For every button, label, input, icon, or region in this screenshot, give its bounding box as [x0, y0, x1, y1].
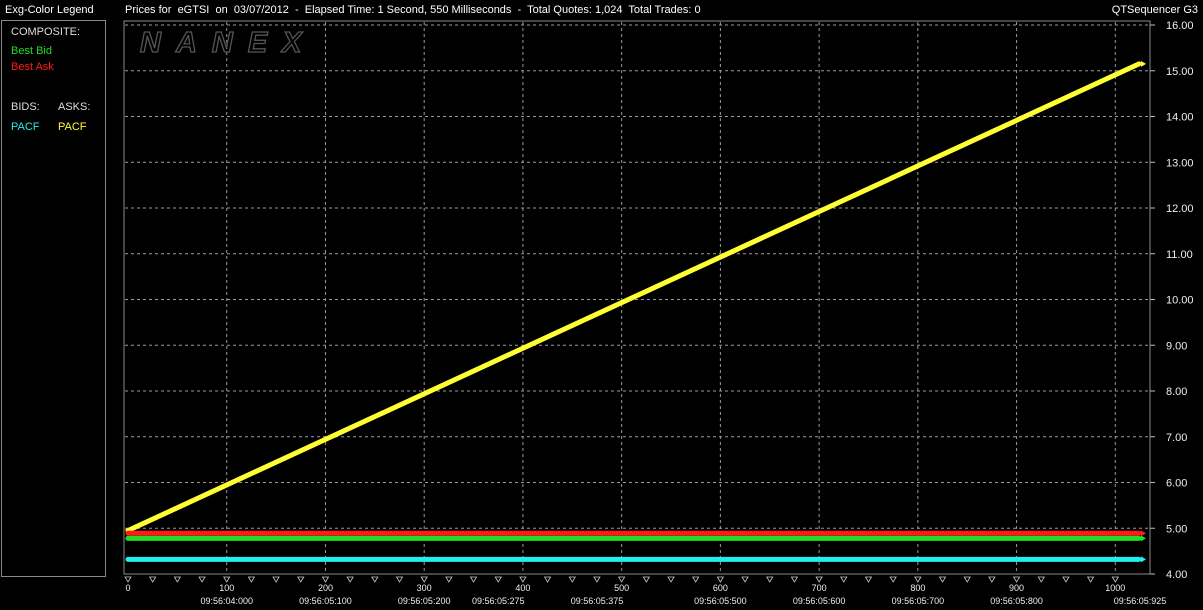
y-tick-label: 5.00 [1166, 523, 1187, 535]
x-time-label: 09:56:05:500 [694, 596, 747, 606]
y-axis: 4.00 5.00 6.00 7.00 8.00 9.00 10.00 11.00 12.00 1… [1150, 20, 1194, 581]
x-tick-label: 900 [1009, 583, 1024, 593]
x-tick-label: 300 [417, 583, 432, 593]
trade-marker [642, 576, 651, 583]
trade-marker [247, 576, 256, 583]
x-tick-label: 400 [515, 583, 530, 593]
y-tick-label: 15.00 [1166, 66, 1194, 78]
trade-marker [790, 576, 799, 583]
trade-marker [371, 576, 379, 583]
trade-marker [519, 576, 527, 583]
trade-marker [198, 576, 206, 583]
x-time-label: 09:56:05:275 [472, 596, 525, 606]
trade-marker [272, 576, 280, 583]
trade-marker [223, 576, 231, 583]
trade-marker [840, 576, 848, 583]
trade-marker [1037, 576, 1045, 583]
x-tick-label: 200 [318, 583, 333, 593]
x-tick-label: 500 [614, 583, 629, 593]
price-chart: NANEX 4.00 5.00 6.00 7.00 8.00 9.00 10.00 11.00… [0, 0, 1203, 607]
trade-marker [395, 576, 404, 583]
trade-marker [148, 576, 157, 583]
x-tick-label: 600 [713, 583, 728, 593]
y-tick-label: 9.00 [1166, 340, 1187, 352]
trade-marker [988, 576, 996, 583]
trade-marker [593, 576, 601, 583]
x-time-label: 09:56:05:925 [1114, 596, 1167, 606]
y-tick-label: 12.00 [1166, 203, 1194, 215]
trade-marker [445, 576, 453, 583]
trade-marker [568, 576, 576, 583]
trade-marker [766, 576, 774, 583]
trade-marker [1062, 576, 1070, 583]
x-time-label: 09:56:05:100 [299, 596, 352, 606]
x-axis: 0 100 200 300 400 500 600 700 800 900 1000 09:56:04… [124, 576, 1167, 606]
trade-marker [716, 576, 725, 583]
trade-marker [1086, 576, 1095, 583]
trade-marker [889, 576, 897, 583]
y-tick-label: 6.00 [1166, 478, 1187, 490]
trade-marker [914, 576, 922, 583]
y-tick-label: 7.00 [1166, 432, 1187, 444]
trade-marker [963, 576, 971, 583]
y-tick-label: 13.00 [1166, 157, 1194, 169]
trade-marker [864, 576, 873, 583]
trade-marker [667, 576, 675, 583]
trade-marker [420, 576, 428, 583]
trade-marker [741, 576, 749, 583]
trade-marker [321, 576, 330, 583]
x-tick-label: 800 [910, 583, 925, 593]
trade-marker [494, 576, 502, 583]
trade-marker [1111, 576, 1120, 583]
x-time-label: 09:56:05:800 [990, 596, 1043, 606]
trade-marker [346, 576, 354, 583]
y-tick-label: 14.00 [1166, 112, 1194, 124]
trade-marker [617, 576, 626, 583]
x-time-label: 09:56:05:600 [793, 596, 846, 606]
x-tick-label: 1000 [1105, 583, 1125, 593]
trade-marker [938, 576, 947, 583]
x-time-label: 09:56:05:700 [892, 596, 945, 606]
trade-marker [173, 576, 182, 583]
y-tick-label: 16.00 [1166, 20, 1194, 32]
trade-marker [1012, 576, 1021, 583]
trade-marker [691, 576, 700, 583]
trade-marker [124, 576, 132, 583]
y-tick-label: 11.00 [1166, 249, 1193, 261]
nanex-watermark: NANEX [140, 27, 317, 59]
trade-marker [543, 576, 552, 583]
x-time-label: 09:56:05:375 [571, 596, 624, 606]
x-time-label: 09:56:04:000 [200, 596, 253, 606]
y-tick-label: 10.00 [1166, 295, 1194, 307]
x-time-label: 09:56:05:200 [398, 596, 451, 606]
y-tick-label: 4.00 [1166, 569, 1187, 581]
x-tick-label: 100 [219, 583, 234, 593]
price-chart-svg: NANEX 4.00 5.00 6.00 7.00 8.00 9.00 10.00 11.00… [123, 20, 1194, 606]
trade-marker [469, 576, 478, 583]
x-tick-label: 700 [812, 583, 827, 593]
trade-marker [297, 576, 305, 583]
x-tick-label: 0 [125, 583, 130, 593]
y-tick-label: 8.00 [1166, 386, 1187, 398]
trade-marker [815, 576, 823, 583]
